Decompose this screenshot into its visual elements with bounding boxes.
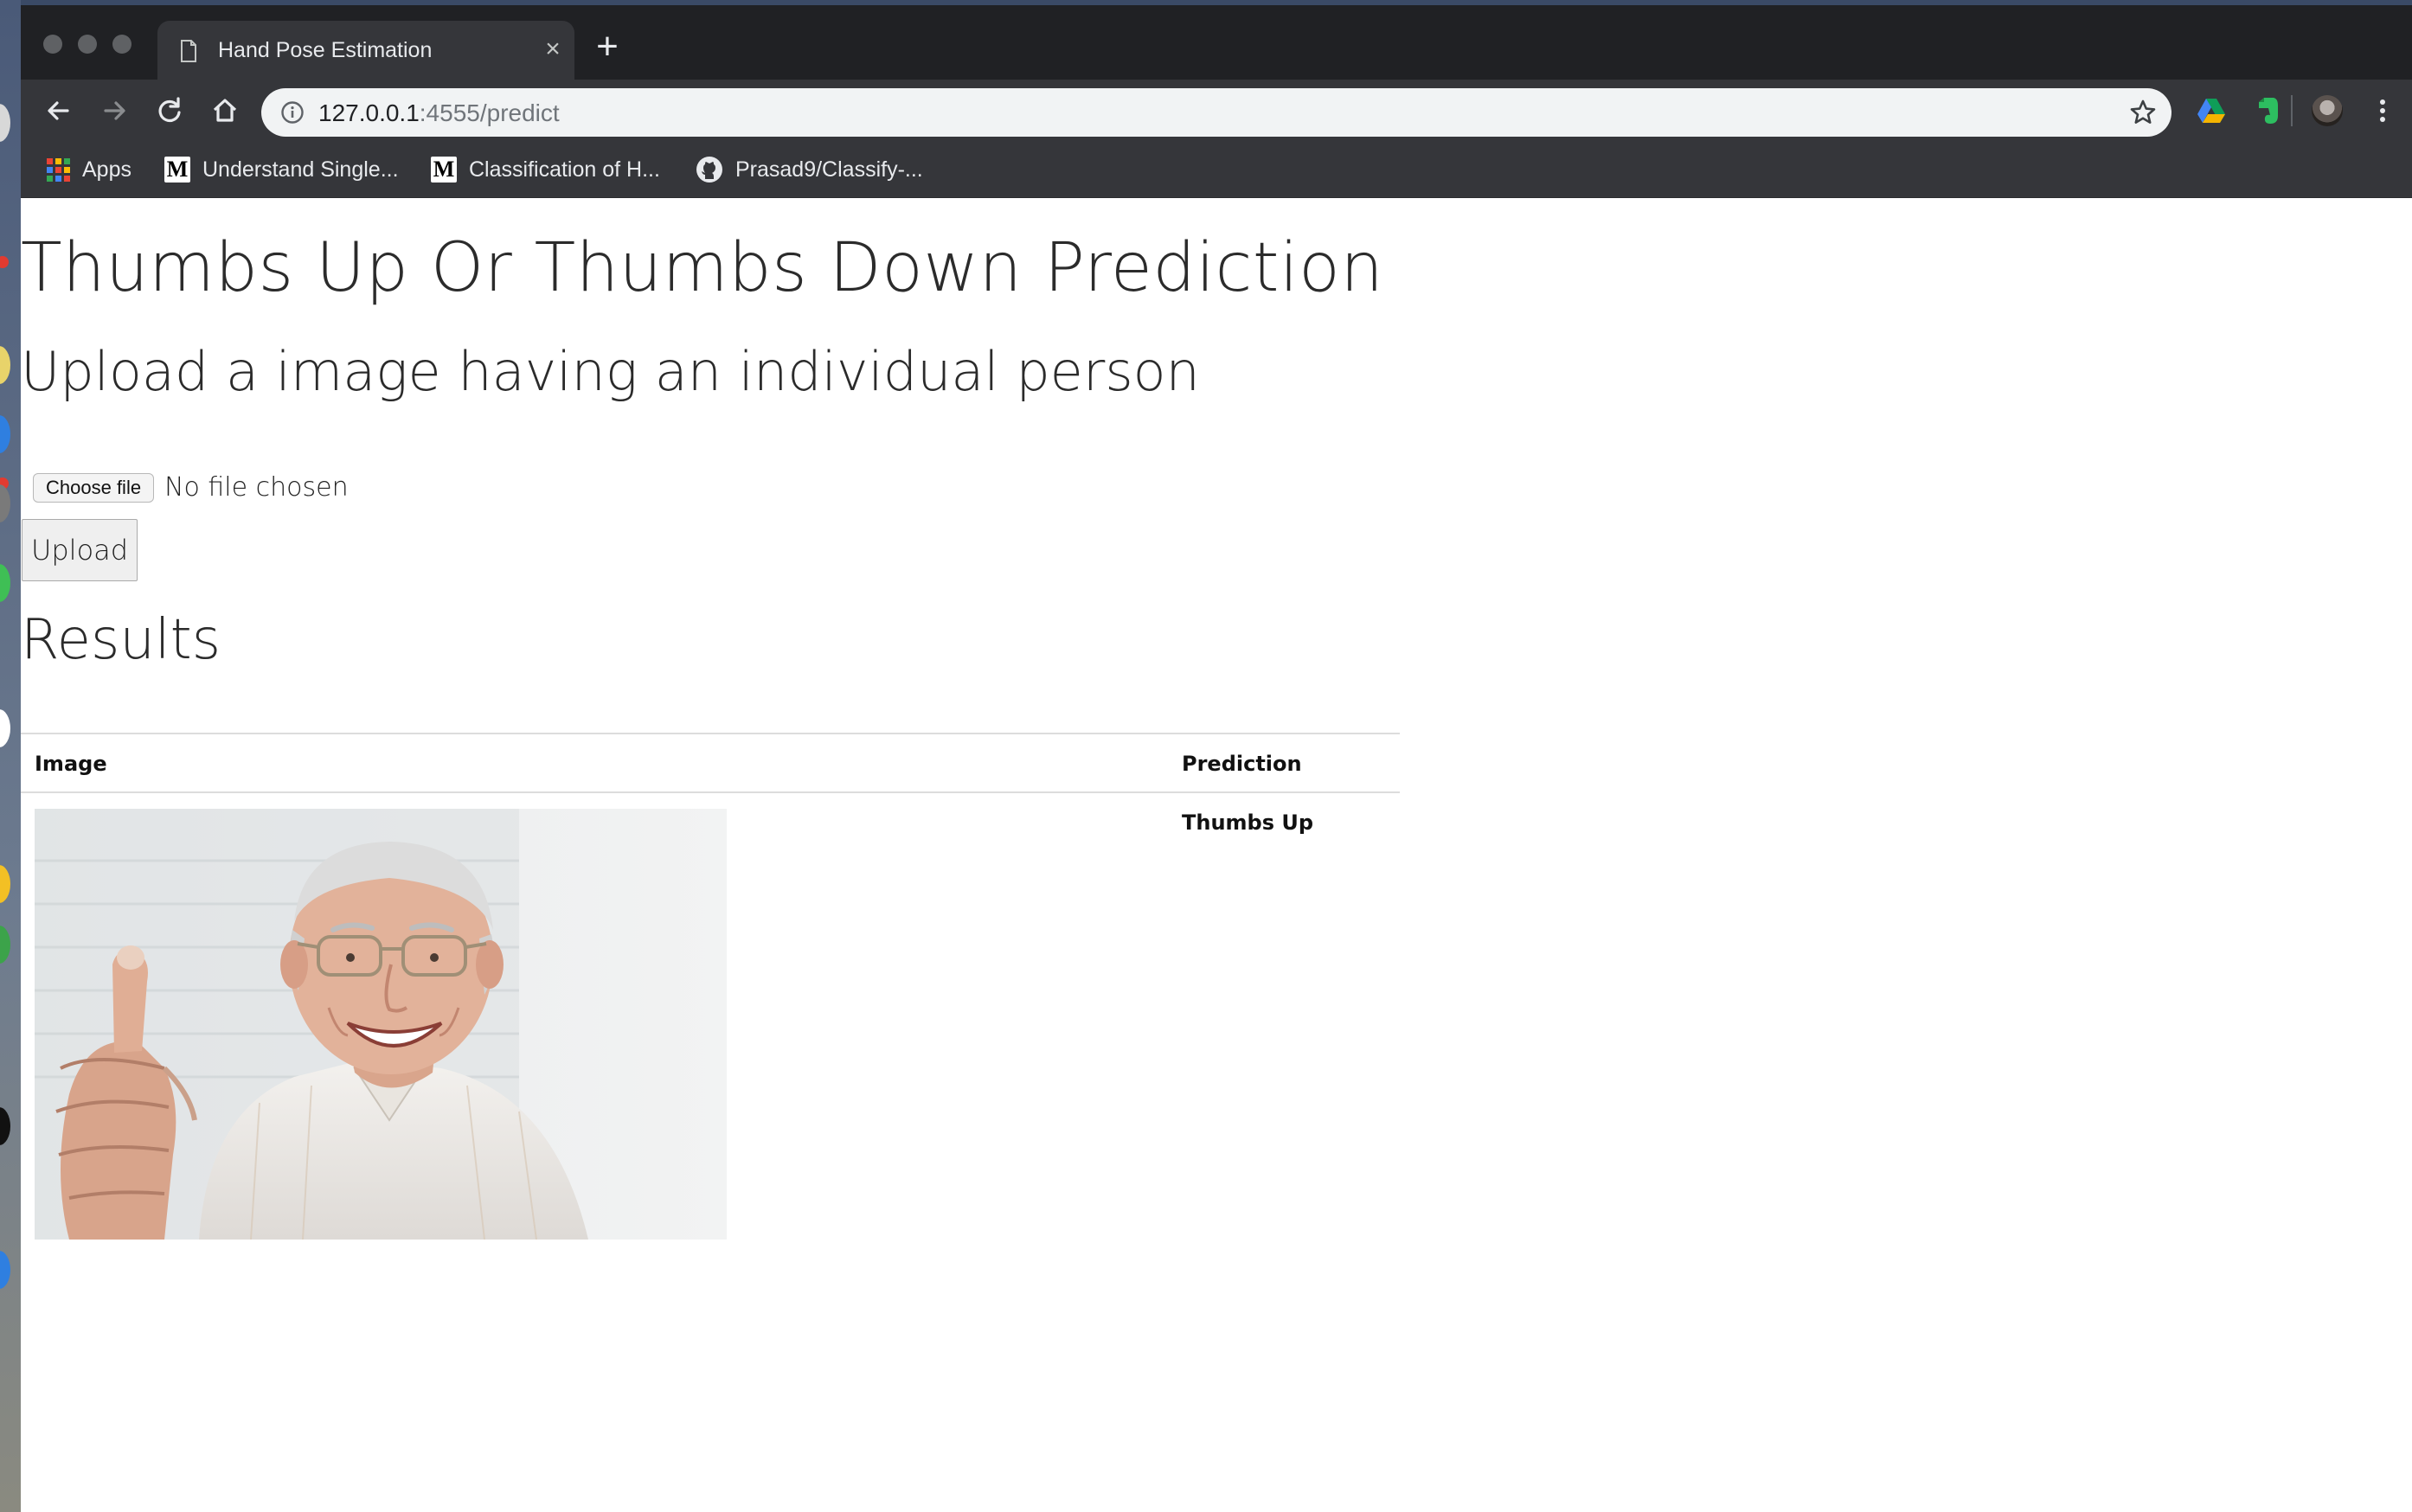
bookmark-label: Understand Single...	[202, 157, 399, 182]
result-image	[35, 809, 727, 1240]
google-drive-icon[interactable]	[2196, 95, 2227, 126]
bookmark-classification[interactable]: M Classification of H...	[431, 154, 660, 185]
choose-file-button[interactable]: Choose file	[33, 472, 155, 503]
info-icon[interactable]	[280, 100, 305, 125]
dock-app-icon[interactable]	[0, 1251, 10, 1289]
dock-app-icon[interactable]	[0, 346, 10, 384]
browser-toolbar: 127.0.0.1:4555/predict	[21, 80, 2412, 142]
dock-app-icon[interactable]	[0, 415, 10, 453]
dock-app-icon[interactable]	[0, 104, 10, 142]
bookmark-label: Classification of H...	[469, 157, 660, 182]
prediction-cell: Thumbs Up	[1182, 810, 1314, 835]
file-input[interactable]: Choose file No file chosen	[33, 472, 349, 503]
github-icon	[696, 157, 722, 183]
home-icon[interactable]	[206, 92, 244, 130]
apps-grid-icon	[47, 157, 70, 182]
reload-icon[interactable]	[151, 92, 189, 130]
evernote-icon[interactable]	[2251, 95, 2282, 126]
bookmark-prasad9-classify[interactable]: Prasad9/Classify-...	[696, 154, 923, 185]
new-tab-button[interactable]: +	[592, 28, 623, 66]
thumbs-up-photo	[35, 809, 727, 1240]
file-status-text: No file chosen	[164, 472, 349, 503]
zoom-window-button[interactable]	[112, 35, 132, 54]
bookmark-label: Prasad9/Classify-...	[735, 157, 923, 182]
dock-app-icon[interactable]	[0, 709, 10, 747]
more-options-icon[interactable]	[2367, 95, 2398, 126]
page-content: Thumbs Up Or Thumbs Down Prediction Uplo…	[21, 198, 2412, 1512]
page-subtitle: Upload a image having an individual pers…	[21, 340, 1200, 403]
url-path: :4555/predict	[419, 99, 560, 126]
tab-strip: Hand Pose Estimation × +	[21, 5, 2412, 80]
table-top-border	[21, 733, 1400, 734]
back-arrow-icon[interactable]	[40, 92, 78, 130]
toolbar-divider	[2291, 95, 2293, 126]
notification-badge	[0, 256, 9, 268]
profile-avatar[interactable]	[2312, 95, 2343, 126]
medium-icon: M	[431, 157, 457, 183]
address-bar[interactable]: 127.0.0.1:4555/predict	[261, 88, 2171, 137]
dock-app-icon[interactable]	[0, 564, 10, 602]
bookmark-label: Apps	[82, 157, 132, 182]
tab-hand-pose-estimation[interactable]: Hand Pose Estimation ×	[157, 21, 574, 80]
bookmark-star-icon[interactable]	[2128, 98, 2158, 127]
dock-app-icon[interactable]	[0, 484, 10, 522]
bookmark-understand-single[interactable]: M Understand Single...	[164, 154, 399, 185]
medium-icon: M	[164, 157, 190, 183]
forward-arrow-icon[interactable]	[95, 92, 133, 130]
table-header-border	[21, 791, 1400, 793]
page-title: Thumbs Up Or Thumbs Down Prediction	[21, 229, 1384, 307]
url-text: 127.0.0.1:4555/predict	[318, 99, 560, 127]
page-icon	[181, 40, 196, 62]
column-header-prediction: Prediction	[1182, 752, 1302, 776]
url-host: 127.0.0.1	[318, 99, 420, 126]
tab-title: Hand Pose Estimation	[218, 38, 433, 62]
minimize-window-button[interactable]	[78, 35, 97, 54]
upload-button[interactable]: Upload	[22, 519, 138, 581]
bookmark-apps[interactable]: Apps	[47, 154, 132, 185]
desktop-dock	[0, 0, 21, 1512]
dock-app-icon[interactable]	[0, 865, 10, 903]
dock-app-icon[interactable]	[0, 926, 10, 964]
bookmarks-bar: Apps M Understand Single... M Classifica…	[21, 142, 2412, 198]
close-tab-icon[interactable]: ×	[542, 36, 564, 62]
close-window-button[interactable]	[43, 35, 62, 54]
results-heading: Results	[21, 608, 221, 672]
dock-app-icon[interactable]	[0, 1107, 10, 1145]
column-header-image: Image	[35, 752, 107, 776]
browser-window: Hand Pose Estimation × + 127.0.0.1:4555/…	[21, 5, 2412, 1512]
